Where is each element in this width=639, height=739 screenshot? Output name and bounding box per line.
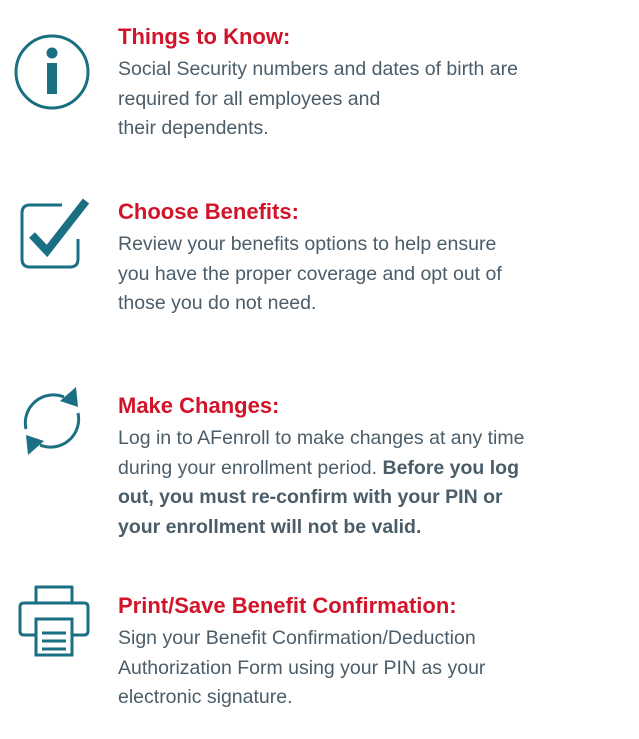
description-text: during your enrollment period.: [118, 456, 383, 479]
description-line: Sign your Benefit Confirmation/Deduction: [118, 627, 476, 649]
section-description: Social Security numbers and dates of bir…: [118, 55, 639, 144]
description-line: you have the proper coverage and opt out…: [118, 262, 502, 285]
description-line: Log in to AFenroll to make changes at an…: [118, 427, 525, 449]
checkmark-icon: [12, 195, 92, 275]
description-line: required for all employees and: [118, 87, 381, 110]
section-description: Review your benefits options to help ens…: [118, 230, 639, 319]
description-line: Authorization Form using your PIN as you…: [118, 656, 486, 679]
section-title: Print/Save Benefit Confirmation:: [118, 593, 457, 618]
description-line: during your enrollment period. Before yo…: [118, 454, 639, 484]
section-description: Sign your Benefit Confirmation/Deduction…: [118, 624, 639, 713]
description-bold-line: your enrollment will not be valid.: [118, 515, 422, 538]
description-bold-text: Before you log: [382, 456, 519, 479]
refresh-icon: [12, 381, 92, 461]
description-line: Social Security numbers and dates of bir…: [118, 58, 518, 80]
section-title: Choose Benefits:: [118, 199, 299, 224]
section-title: Things to Know:: [118, 24, 291, 49]
description-line: Review your benefits options to help ens…: [118, 233, 497, 255]
description-line: those you do not need.: [118, 292, 317, 314]
printer-icon: [12, 579, 92, 659]
section-description: Log in to AFenroll to make changes at an…: [118, 424, 639, 542]
section-title: Make Changes:: [118, 393, 280, 418]
description-bold-line: out, you must re-confirm with your PIN o…: [118, 486, 503, 508]
description-line: electronic signature.: [118, 686, 293, 708]
description-line: their dependents.: [118, 117, 269, 139]
info-icon: [12, 32, 92, 112]
